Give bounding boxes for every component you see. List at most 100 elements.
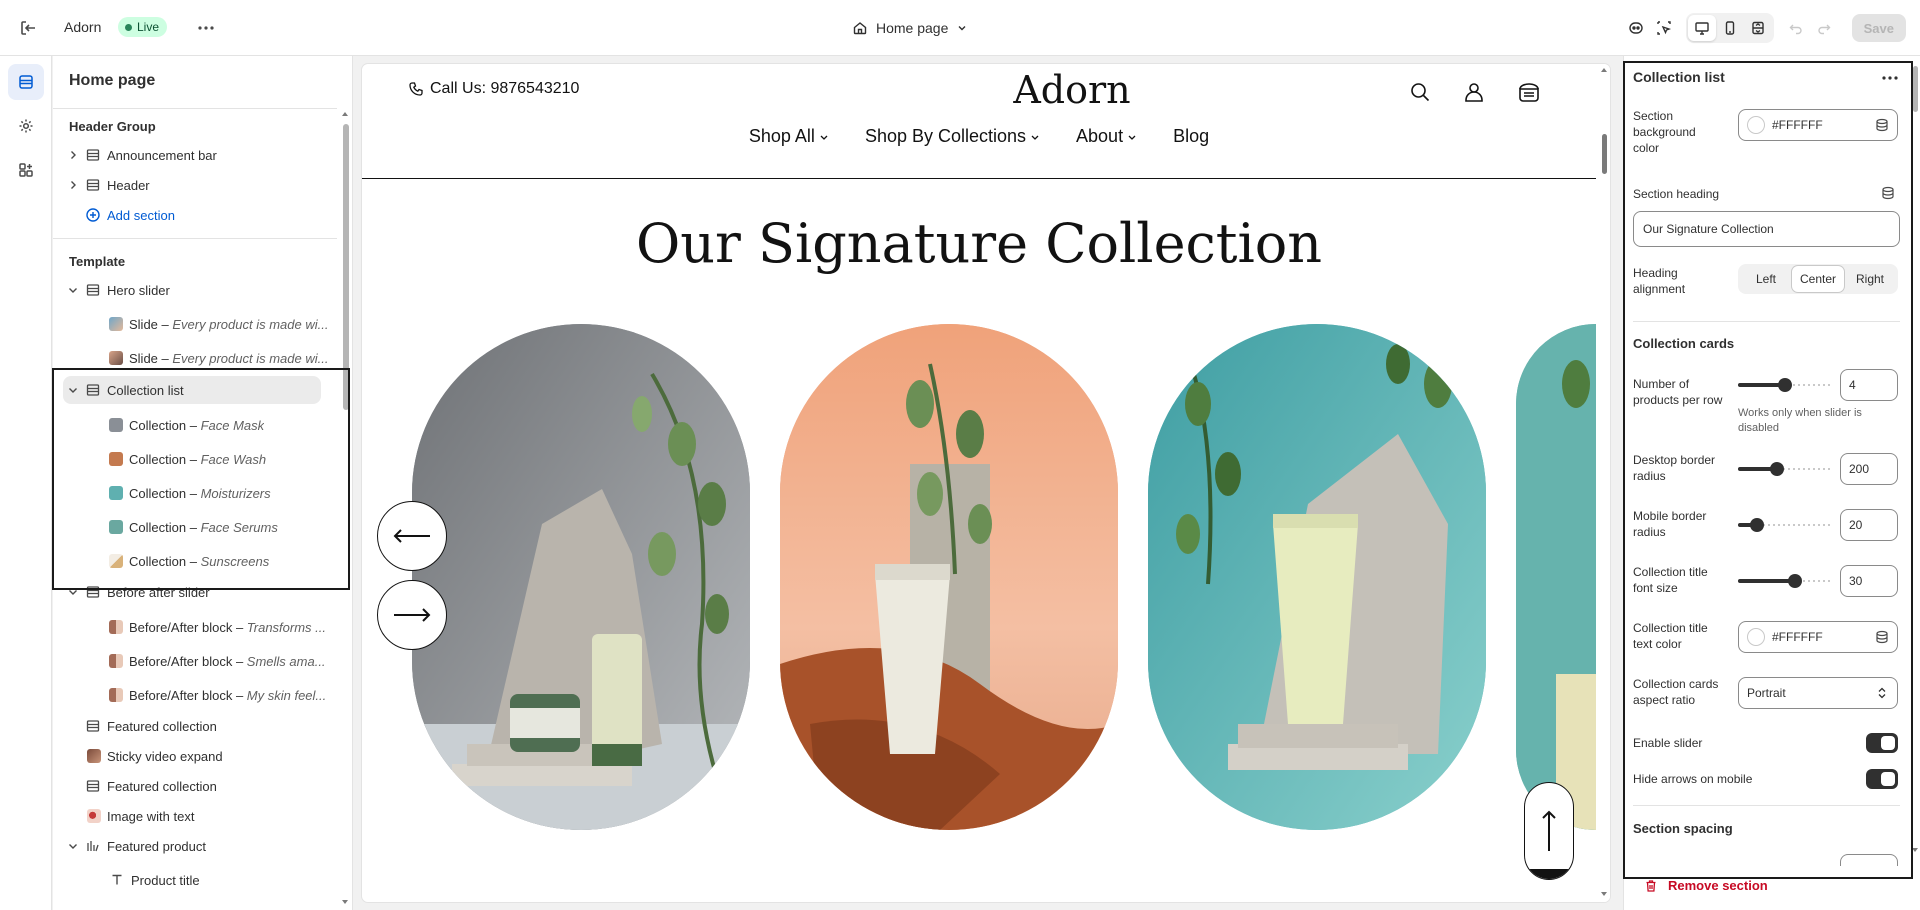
database-icon[interactable] bbox=[1881, 186, 1895, 200]
sidebar-item-announcement-bar[interactable]: Announcement bar bbox=[63, 141, 335, 169]
redo-icon[interactable] bbox=[1810, 14, 1838, 42]
sidebar-item-featured-product[interactable]: Featured product bbox=[63, 832, 335, 860]
bg-color-field[interactable]: #FFFFFF bbox=[1738, 109, 1898, 141]
database-icon[interactable] bbox=[1875, 118, 1889, 132]
search-icon[interactable] bbox=[1408, 80, 1432, 104]
align-right-option[interactable]: Right bbox=[1844, 266, 1896, 292]
sidebar-item-header[interactable]: Header bbox=[63, 171, 335, 199]
more-actions-button[interactable] bbox=[194, 16, 218, 40]
sidebar-item-featured-collection[interactable]: Featured collection bbox=[63, 712, 335, 740]
sidebar-item-collection[interactable]: Collection – Face Mask bbox=[63, 411, 335, 439]
account-icon[interactable] bbox=[1462, 80, 1486, 104]
desktop-radius-input[interactable]: 200 bbox=[1840, 453, 1898, 485]
section-heading-input[interactable]: Our Signature Collection bbox=[1633, 211, 1900, 247]
slider-next-button[interactable] bbox=[377, 580, 447, 650]
chevron-right-icon[interactable] bbox=[65, 177, 81, 193]
desktop-radius-slider[interactable] bbox=[1738, 460, 1832, 478]
sidebar-item-image-with-text[interactable]: Image with text bbox=[63, 802, 335, 830]
color-swatch[interactable] bbox=[1747, 116, 1765, 134]
products-per-row-slider[interactable] bbox=[1738, 376, 1832, 394]
chevron-down-icon[interactable] bbox=[65, 838, 81, 854]
nav-about[interactable]: About bbox=[1076, 126, 1137, 147]
align-left-option[interactable]: Left bbox=[1740, 266, 1792, 292]
slider-knob[interactable] bbox=[1778, 378, 1792, 392]
more-options-icon[interactable] bbox=[1880, 68, 1900, 88]
phone-link[interactable]: Call Us: 9876543210 bbox=[408, 80, 579, 98]
collection-card-face-wash[interactable] bbox=[780, 324, 1118, 830]
title-color-label: Collection title text color bbox=[1633, 621, 1708, 651]
aspect-ratio-select[interactable]: Portrait bbox=[1738, 677, 1898, 709]
chevron-down-icon[interactable] bbox=[65, 382, 81, 398]
apps-icon[interactable] bbox=[8, 152, 44, 188]
exit-icon[interactable] bbox=[17, 17, 39, 39]
settings-scrollbar[interactable] bbox=[1912, 64, 1918, 854]
nav-blog[interactable]: Blog bbox=[1173, 126, 1209, 147]
sidebar-item-product-title[interactable]: Product title bbox=[63, 866, 335, 894]
undo-icon[interactable] bbox=[1782, 14, 1810, 42]
database-icon[interactable] bbox=[1875, 630, 1889, 644]
collection-image bbox=[1516, 324, 1596, 830]
enable-slider-toggle[interactable] bbox=[1866, 733, 1898, 753]
panel-scrollbar-thumb[interactable] bbox=[343, 124, 349, 410]
sidebar-item-slide[interactable]: Slide – Every product is made wi... bbox=[63, 344, 335, 372]
mobile-radius-input[interactable]: 20 bbox=[1840, 509, 1898, 541]
sidebar-item-collection[interactable]: Collection – Face Serums bbox=[63, 513, 335, 541]
section-icon bbox=[86, 720, 100, 732]
sidebar-item-before-after-slider[interactable]: Before after slider bbox=[63, 578, 335, 606]
collection-card-face-serums[interactable] bbox=[1516, 324, 1596, 830]
mobile-radius-slider[interactable] bbox=[1738, 516, 1832, 534]
add-section-button[interactable]: Add section bbox=[63, 201, 335, 229]
arrow-left-icon bbox=[393, 529, 430, 543]
preview-scrollbar[interactable] bbox=[1598, 64, 1610, 902]
sidebar-item-slide[interactable]: Slide – Every product is made wi... bbox=[63, 310, 335, 338]
remove-section-button[interactable]: Remove section bbox=[1644, 878, 1768, 893]
chevron-down-icon[interactable] bbox=[65, 584, 81, 600]
products-per-row-help: Works only when slider is disabled bbox=[1738, 407, 1862, 434]
title-size-slider[interactable] bbox=[1738, 572, 1832, 590]
slider-knob[interactable] bbox=[1788, 574, 1802, 588]
page-selector[interactable]: Home page bbox=[852, 17, 968, 39]
sidebar-item-featured-collection[interactable]: Featured collection bbox=[63, 772, 335, 800]
sidebar-item-before-after-block[interactable]: Before/After block – Transforms ... bbox=[63, 613, 335, 641]
sidebar-item-collection[interactable]: Collection – Sunscreens bbox=[63, 547, 335, 575]
sections-icon[interactable] bbox=[8, 64, 44, 100]
chevron-down-icon[interactable] bbox=[65, 282, 81, 298]
slider-knob[interactable] bbox=[1750, 518, 1764, 532]
sidebar-item-collection-list[interactable]: Collection list bbox=[63, 376, 321, 404]
products-per-row-input[interactable]: 4 bbox=[1840, 369, 1898, 401]
collection-card-face-mask[interactable] bbox=[412, 324, 750, 830]
section-icon bbox=[86, 149, 100, 161]
settings-scrollbar-thumb[interactable] bbox=[1913, 66, 1918, 112]
nav-shop-by-collections[interactable]: Shop By Collections bbox=[865, 126, 1040, 147]
sidebar-item-collection[interactable]: Collection – Face Wash bbox=[63, 445, 335, 473]
divider bbox=[53, 108, 337, 109]
sidebar-item-collection[interactable]: Collection – Moisturizers bbox=[63, 479, 335, 507]
mobile-view-icon[interactable] bbox=[1716, 15, 1744, 41]
theme-settings-icon[interactable] bbox=[8, 108, 44, 144]
spacing-input[interactable] bbox=[1840, 854, 1898, 866]
cart-icon[interactable] bbox=[1516, 80, 1542, 104]
sidebar-item-before-after-block[interactable]: Before/After block – Smells ama... bbox=[63, 647, 335, 675]
chevron-right-icon[interactable] bbox=[65, 147, 81, 163]
scroll-to-top-button[interactable] bbox=[1524, 782, 1574, 880]
color-swatch[interactable] bbox=[1747, 628, 1765, 646]
chevron-down-icon bbox=[820, 135, 828, 140]
slider-knob[interactable] bbox=[1770, 462, 1784, 476]
store-logo[interactable]: Adorn bbox=[922, 68, 1222, 112]
title-color-field[interactable]: #FFFFFF bbox=[1738, 621, 1898, 653]
inspector-icon[interactable] bbox=[1650, 14, 1678, 42]
sidekick-icon[interactable] bbox=[1622, 14, 1650, 42]
collection-card-moisturizers[interactable] bbox=[1148, 324, 1486, 830]
desktop-view-icon[interactable] bbox=[1687, 15, 1716, 41]
save-button[interactable]: Save bbox=[1851, 14, 1906, 42]
align-center-option[interactable]: Center bbox=[1792, 266, 1844, 292]
fullscreen-view-icon[interactable] bbox=[1744, 15, 1772, 41]
sidebar-item-before-after-block[interactable]: Before/After block – My skin feel... bbox=[63, 681, 335, 709]
preview-scrollbar-thumb[interactable] bbox=[1602, 134, 1607, 174]
nav-shop-all[interactable]: Shop All bbox=[749, 126, 829, 147]
sidebar-item-hero-slider[interactable]: Hero slider bbox=[63, 276, 335, 304]
sidebar-item-sticky-video[interactable]: Sticky video expand bbox=[63, 742, 335, 770]
title-size-input[interactable]: 30 bbox=[1840, 565, 1898, 597]
slider-prev-button[interactable] bbox=[377, 501, 447, 571]
hide-arrows-toggle[interactable] bbox=[1866, 769, 1898, 789]
